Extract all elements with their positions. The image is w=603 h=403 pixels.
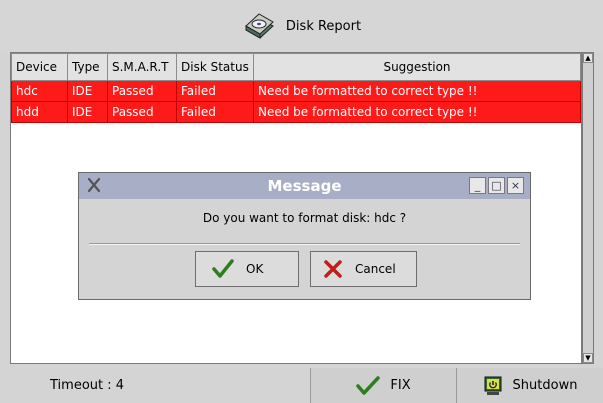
app-x-icon [87, 177, 101, 193]
vertical-scrollbar[interactable]: ▲ ▼ [582, 52, 594, 364]
cancel-x-icon [324, 260, 342, 278]
power-icon [484, 376, 502, 395]
cell-type: IDE [67, 101, 108, 123]
dialog-title: Message [267, 177, 342, 195]
cell-disk-status: Failed [176, 80, 254, 102]
cell-smart: Passed [107, 80, 177, 102]
disk-icon [245, 13, 274, 39]
cell-disk-status: Failed [176, 101, 254, 123]
cell-device: hdd [11, 101, 68, 123]
disk-table: Device Type S.M.A.R.T Disk Status Sugges… [11, 53, 581, 123]
app-header: Disk Report [0, 0, 603, 52]
scroll-down-icon[interactable]: ▼ [583, 353, 593, 363]
column-header-disk-status[interactable]: Disk Status [176, 53, 254, 81]
check-icon [212, 259, 234, 278]
cell-suggestion: Need be formatted to correct type !! [253, 101, 581, 123]
shutdown-button-label: Shutdown [512, 378, 578, 393]
fix-button[interactable]: FIX [310, 368, 456, 403]
column-header-suggestion[interactable]: Suggestion [253, 53, 581, 81]
column-header-smart[interactable]: S.M.A.R.T [107, 53, 177, 81]
column-header-device[interactable]: Device [11, 53, 68, 81]
timeout-label: Timeout : 4 [50, 378, 125, 393]
check-icon [356, 375, 381, 395]
cancel-button[interactable]: Cancel [310, 251, 417, 287]
cancel-button-label: Cancel [355, 262, 396, 276]
cell-smart: Passed [107, 101, 177, 123]
dialog-message: Do you want to format disk: hdc ? [202, 211, 407, 225]
close-icon[interactable]: × [507, 177, 524, 194]
cell-type: IDE [67, 80, 108, 102]
ok-button-label: OK [246, 262, 264, 276]
message-dialog: Message _ □ × Do you want to format disk… [78, 172, 531, 300]
scroll-up-icon[interactable]: ▲ [583, 53, 593, 63]
ok-button[interactable]: OK [195, 251, 299, 287]
maximize-icon[interactable]: □ [488, 177, 505, 194]
status-bar: Timeout : 4 FIX Shutdown [0, 368, 603, 403]
minimize-icon[interactable]: _ [469, 177, 486, 194]
shutdown-button[interactable]: Shutdown [456, 368, 603, 403]
table-row[interactable]: hdc IDE Passed Failed Need be formatted … [11, 80, 581, 102]
dialog-titlebar[interactable]: Message _ □ × [79, 173, 530, 199]
page-title: Disk Report [285, 18, 362, 34]
table-row[interactable]: hdd IDE Passed Failed Need be formatted … [11, 101, 581, 123]
cell-suggestion: Need be formatted to correct type !! [253, 80, 581, 102]
cell-device: hdc [11, 80, 68, 102]
column-header-type[interactable]: Type [67, 53, 108, 81]
fix-button-label: FIX [390, 378, 411, 393]
dialog-divider [89, 243, 520, 245]
table-header-row: Device Type S.M.A.R.T Disk Status Sugges… [11, 53, 581, 81]
